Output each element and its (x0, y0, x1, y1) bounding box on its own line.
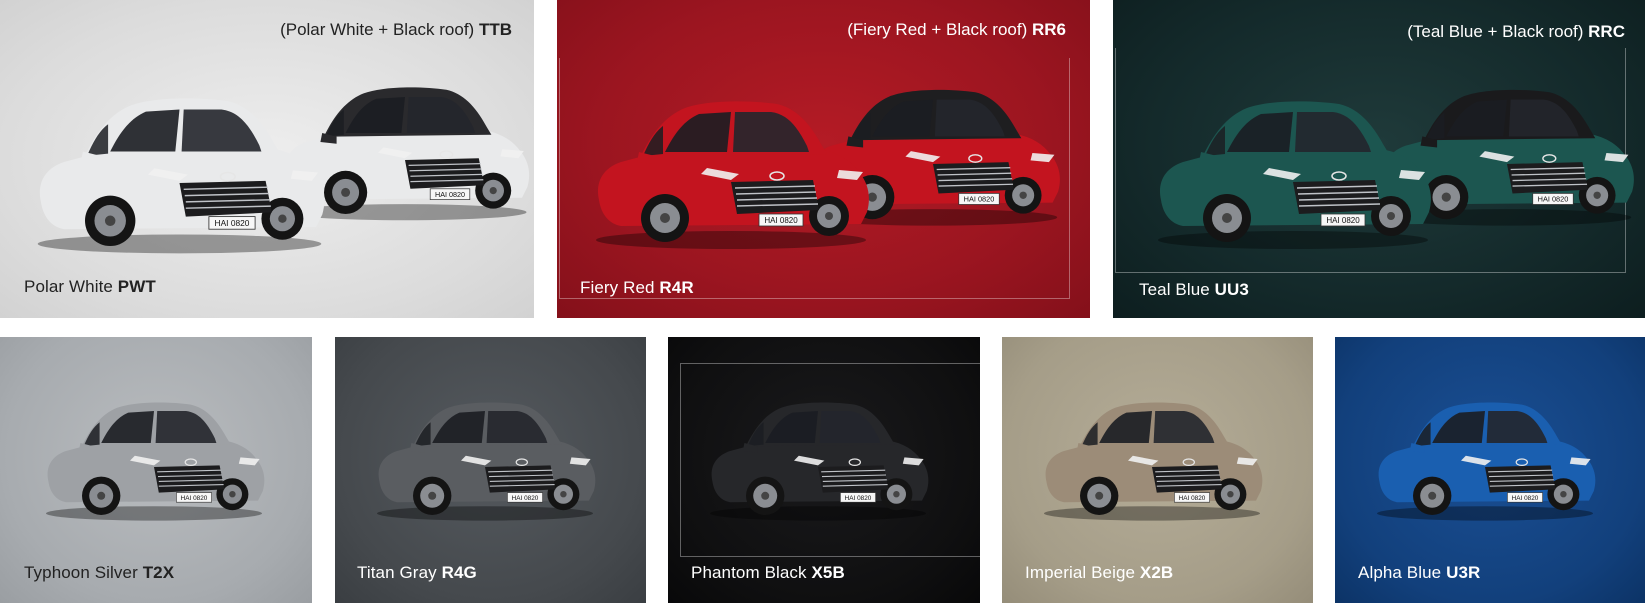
color-name: Phantom Black (691, 563, 807, 582)
variant-name: (Polar White + Black roof) (280, 20, 475, 39)
car-image: HAI 0820 (596, 101, 869, 249)
color-tile-polar-white[interactable]: HAI 0820 HAI 0820 (Polar White + Black r… (0, 0, 534, 318)
car-image: HAI 0820 (377, 402, 596, 521)
color-code: X5B (811, 563, 845, 582)
color-code: PWT (117, 277, 156, 296)
color-tile-imperial-beige[interactable]: HAI 0820 Imperial Beige X2B (1002, 337, 1313, 603)
car-image-polar-white: HAI 0820 (22, 78, 337, 262)
color-code: X2B (1139, 563, 1174, 582)
color-name: Imperial Beige (1025, 563, 1136, 582)
color-code: UU3 (1214, 280, 1249, 299)
car-image-phantom-black: HAI 0820 (698, 387, 938, 527)
color-label-teal-blue: Teal Blue UU3 (1139, 280, 1249, 300)
color-tile-phantom-black[interactable]: HAI 0820 Phantom Black X5B (668, 337, 980, 603)
color-tile-fiery-red[interactable]: HAI 0820 HAI 0820 (Fiery Red + Black roo… (557, 0, 1090, 318)
car-image: HAI 0820 (46, 402, 265, 521)
color-label-alpha-blue: Alpha Blue U3R (1358, 563, 1480, 583)
license-plate-text: HAI 0820 (845, 495, 872, 502)
license-plate-text: HAI 0820 (435, 190, 465, 199)
car-image: HAI 0820 (1044, 402, 1263, 521)
color-label-polar-white: Polar White PWT (24, 277, 156, 297)
variant-name: (Fiery Red + Black roof) (847, 20, 1028, 39)
color-name: Polar White (24, 277, 113, 296)
car-image-titan-gray: HAI 0820 (365, 387, 605, 527)
car-image: HAI 0820 (37, 98, 325, 254)
license-plate-text: HAI 0820 (764, 216, 798, 225)
color-tile-typhoon-silver[interactable]: HAI 0820 Typhoon Silver T2X (0, 337, 312, 603)
variant-code: TTB (478, 20, 512, 39)
variant-code: RR6 (1031, 20, 1066, 39)
license-plate-text: HAI 0820 (1179, 495, 1206, 502)
car-image: HAI 0820 (1377, 402, 1596, 521)
color-label-titan-gray: Titan Gray R4G (357, 563, 477, 583)
license-plate-text: HAI 0820 (215, 218, 250, 228)
color-tile-alpha-blue[interactable]: HAI 0820 Alpha Blue U3R (1335, 337, 1645, 603)
car-image: HAI 0820 (1158, 101, 1431, 249)
color-tile-titan-gray[interactable]: HAI 0820 Titan Gray R4G (335, 337, 646, 603)
color-code: R4R (659, 278, 694, 297)
variant-name: (Teal Blue + Black roof) (1407, 22, 1584, 41)
variant-label-polar-white-black-roof: (Polar White + Black roof) TTB (280, 20, 512, 40)
color-name: Alpha Blue (1358, 563, 1442, 582)
car-image-alpha-blue: HAI 0820 (1365, 387, 1605, 527)
color-code: T2X (142, 563, 175, 582)
color-name: Fiery Red (580, 278, 655, 297)
license-plate-text: HAI 0820 (1326, 216, 1360, 225)
color-label-imperial-beige: Imperial Beige X2B (1025, 563, 1173, 583)
color-name: Titan Gray (357, 563, 437, 582)
color-tile-teal-blue[interactable]: HAI 0820 HAI 0820 (Teal Blue + Black roo… (1113, 0, 1645, 318)
color-code: U3R (1446, 563, 1481, 582)
car-image: HAI 0820 (710, 402, 929, 521)
license-plate-text: HAI 0820 (512, 495, 539, 502)
color-label-fiery-red: Fiery Red R4R (580, 278, 694, 298)
license-plate-text: HAI 0820 (1538, 195, 1569, 204)
color-label-typhoon-silver: Typhoon Silver T2X (24, 563, 174, 583)
color-label-phantom-black: Phantom Black X5B (691, 563, 845, 583)
variant-code: RRC (1588, 22, 1625, 41)
color-name: Typhoon Silver (24, 563, 138, 582)
color-code: R4G (441, 563, 477, 582)
license-plate-text: HAI 0820 (1512, 495, 1539, 502)
car-image-imperial-beige: HAI 0820 (1032, 387, 1272, 527)
license-plate-text: HAI 0820 (964, 195, 995, 204)
license-plate-text: HAI 0820 (181, 495, 208, 502)
color-name: Teal Blue (1139, 280, 1210, 299)
variant-label-teal-blue-black-roof: (Teal Blue + Black roof) RRC (1407, 22, 1625, 42)
car-image-fiery-red: HAI 0820 (581, 82, 881, 257)
car-image-typhoon-silver: HAI 0820 (34, 387, 274, 527)
variant-label-fiery-red-black-roof: (Fiery Red + Black roof) RR6 (847, 20, 1066, 40)
car-image-teal-blue: HAI 0820 (1143, 82, 1443, 257)
